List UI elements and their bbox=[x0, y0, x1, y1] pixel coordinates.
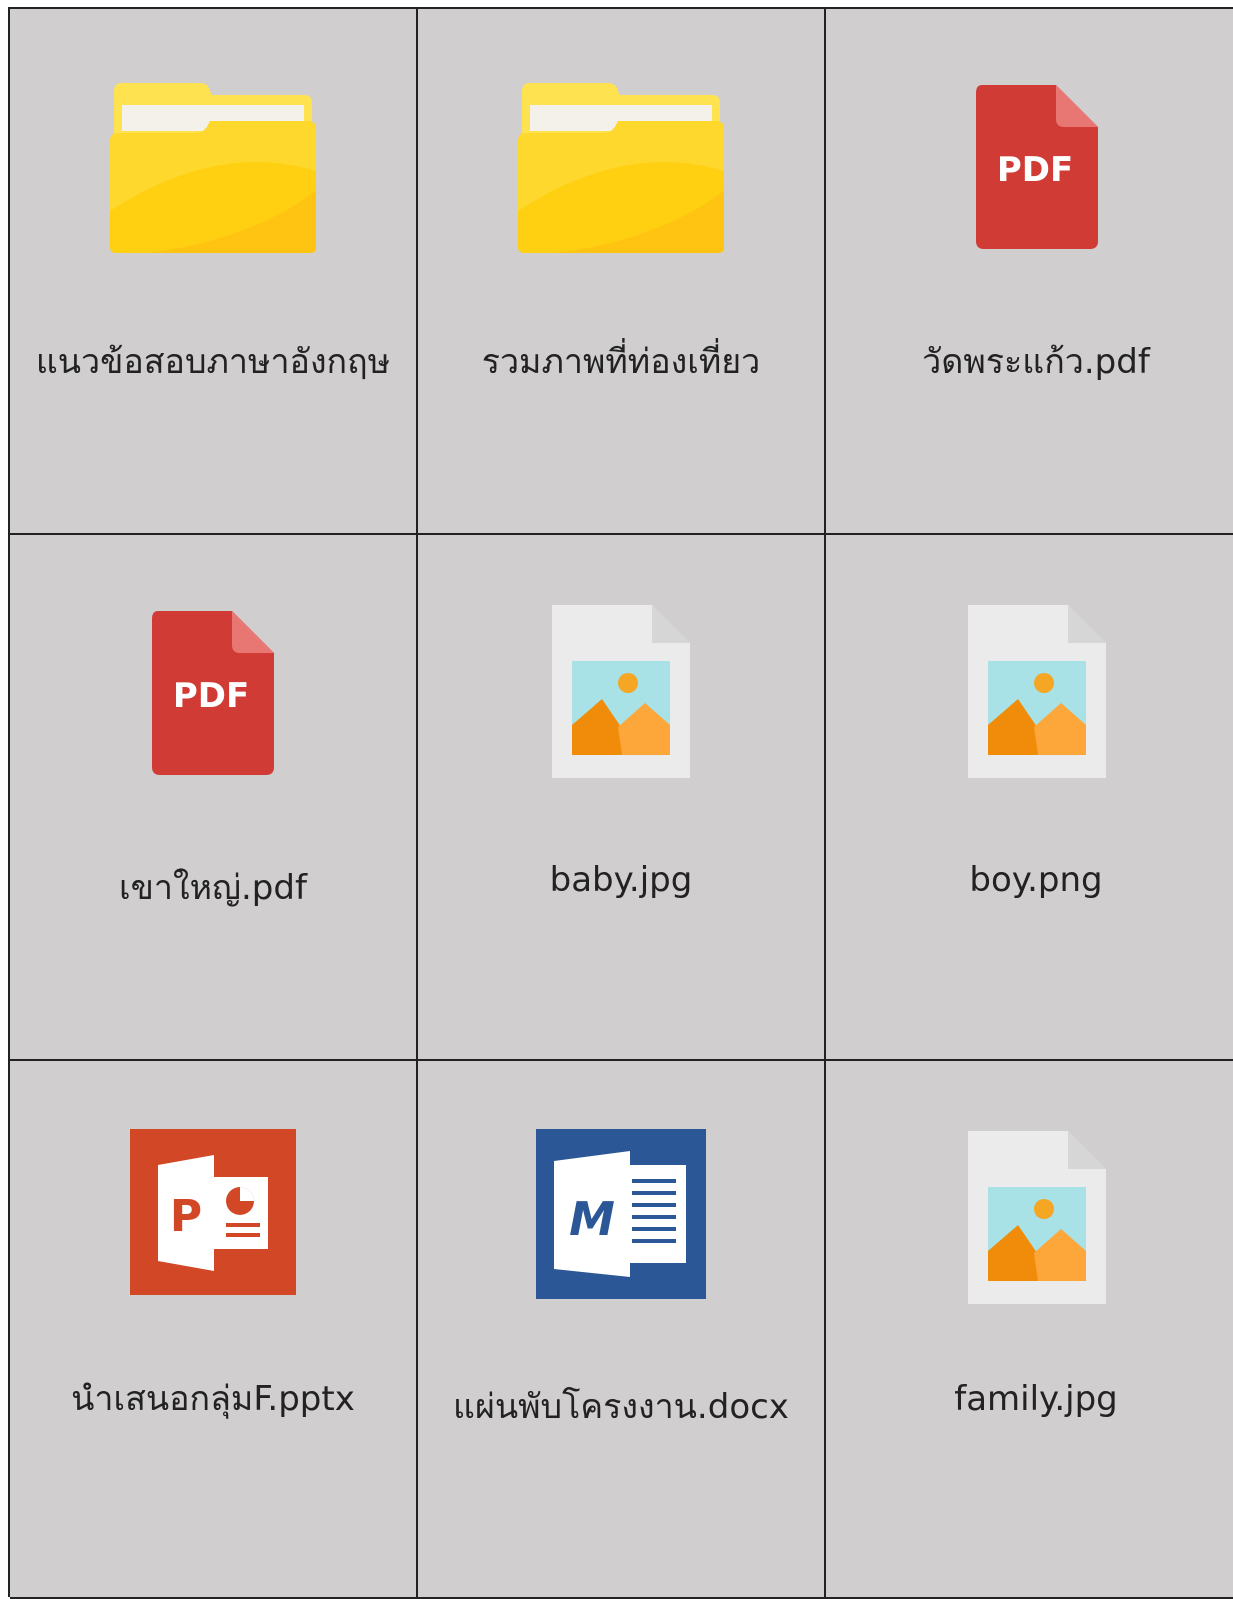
folder-icon bbox=[110, 83, 316, 253]
file-name: baby.jpg bbox=[549, 860, 693, 900]
file-item-pdf-khaoyai[interactable]: PDF เขาใหญ่.pdf bbox=[10, 535, 418, 1061]
file-name: family.jpg bbox=[954, 1379, 1118, 1419]
svg-text:M: M bbox=[569, 1192, 615, 1246]
file-item-image-baby[interactable]: baby.jpg bbox=[418, 535, 826, 1061]
file-name: นำเสนอกลุ่มF.pptx bbox=[71, 1379, 355, 1419]
file-name: เขาใหญ่.pdf bbox=[119, 868, 307, 908]
file-name: รวมภาพที่ท่องเที่ยว bbox=[481, 342, 761, 382]
file-item-image-boy[interactable]: boy.png bbox=[826, 535, 1233, 1061]
file-item-docx[interactable]: M แผ่นพับโครงงาน.docx bbox=[418, 1061, 826, 1599]
svg-text:PDF: PDF bbox=[997, 150, 1073, 190]
file-name: แนวข้อสอบภาษาอังกฤษ bbox=[35, 342, 391, 382]
file-name: boy.png bbox=[969, 860, 1103, 900]
file-item-pdf-watphrakaew[interactable]: PDF วัดพระแก้ว.pdf bbox=[826, 9, 1233, 535]
image-file-icon bbox=[968, 1131, 1106, 1304]
folder-icon bbox=[518, 83, 724, 253]
file-item-folder-english[interactable]: แนวข้อสอบภาษาอังกฤษ bbox=[10, 9, 418, 535]
powerpoint-icon: P bbox=[130, 1129, 296, 1295]
file-item-folder-travel[interactable]: รวมภาพที่ท่องเที่ยว bbox=[418, 9, 826, 535]
file-item-pptx[interactable]: P นำเสนอกลุ่มF.pptx bbox=[10, 1061, 418, 1599]
file-grid: แนวข้อสอบภาษาอังกฤษ รวมภาพที่ท่องเที่ยว … bbox=[8, 7, 1233, 1599]
image-file-icon bbox=[968, 605, 1106, 778]
pdf-icon: PDF bbox=[152, 611, 274, 775]
file-name: แผ่นพับโครงงาน.docx bbox=[453, 1387, 789, 1427]
image-file-icon bbox=[552, 605, 690, 778]
file-item-image-family[interactable]: family.jpg bbox=[826, 1061, 1233, 1599]
word-icon: M bbox=[536, 1129, 706, 1299]
svg-text:PDF: PDF bbox=[173, 676, 249, 716]
file-name: วัดพระแก้ว.pdf bbox=[922, 342, 1150, 382]
svg-text:P: P bbox=[170, 1191, 202, 1242]
pdf-icon: PDF bbox=[976, 85, 1098, 249]
